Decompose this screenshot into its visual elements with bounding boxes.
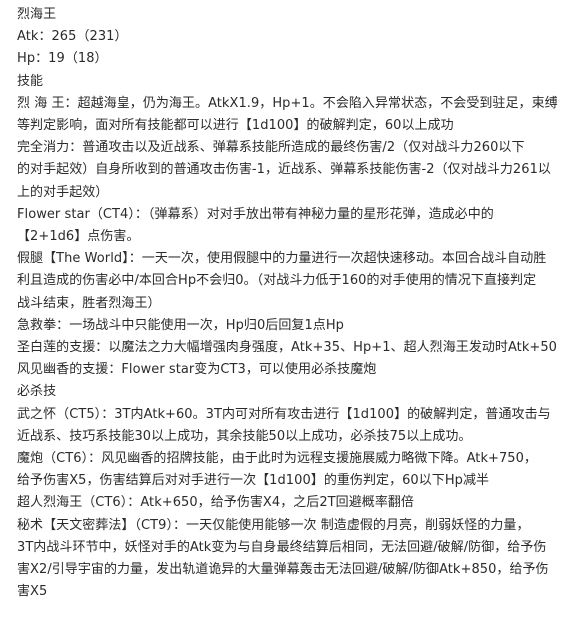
atk-stat: Atk：265（231）: [17, 29, 128, 45]
text-line: 武之怀（CT5）：3T内Atk+60。3T内可对所有攻击进行【1d100】的破解…: [17, 406, 551, 422]
text-line: 假腿【The World】：一天一次，使用假腿中的力量进行一次超快速移动。本回合…: [17, 251, 547, 267]
special-skills-heading: 必杀技: [17, 384, 57, 400]
text-line: 等判定影响，面对所有技能都可以进行【1d100】的破解判定，60以上成功: [17, 118, 454, 134]
text-line: 的对手起效）自身所收到的普通攻击伤害-1，近战系、弹幕系技能伤害-2（仅对战斗力…: [17, 162, 551, 178]
text-line: 秘术【天文密葬法】（CT9）：一天仅能使用能够一次 制造虚假的月亮，削弱妖怪的力…: [17, 517, 530, 533]
text-line: 魔炮（CT6）：风见幽香的招牌技能，由于此时为远程支援施展威力略微下降。Atk+…: [17, 451, 537, 467]
text-line: 烈 海 王：超越海皇，仍为海王。AtkX1.9，Hp+1。不会陷入异常状态，不会…: [17, 95, 558, 111]
text-line: 风见幽香的支援：Flower star变为CT3，可以使用必杀技魔炮: [17, 362, 377, 378]
skills-heading: 技能: [17, 73, 44, 89]
document-body: 烈海王 Atk：265（231） Hp：19（18） 技能 烈 海 王：超越海皇…: [0, 0, 580, 636]
text-line: 近战系、技巧系技能30以上成功，其余技能50以上成功，必杀技75以上成功。: [17, 428, 472, 444]
text-line: 战斗结束，胜者烈海王）: [17, 295, 161, 311]
text-line: 圣白莲的支援：以魔法之力大幅增强肉身强度，Atk+35、Hp+1、超人烈海王发动…: [17, 340, 557, 356]
text-line: 超人烈海王（CT6）：Atk+650，给予伤害X4，之后2T回避概率翻倍: [17, 495, 414, 511]
text-line: 给予伤害X5，伤害结算后对对手进行一次【1d100】的重伤判定，60以下Hp减半: [17, 473, 490, 489]
text-line: 上的对手起效）: [17, 184, 109, 200]
text-line: 急救拳：一场战斗中只能使用一次，Hp归0后回复1点Hp: [17, 317, 344, 333]
text-line: Flower star（CT4）：（弹幕系）对对手放出带有神秘力量的星形花弹，造…: [17, 206, 494, 222]
text-line: 【2+1d6】点伤害。: [17, 229, 140, 245]
text-line: 完全消力：普通攻击以及近战系、弹幕系技能所造成的最终伤害/2（仅对战斗力260以…: [17, 140, 525, 156]
text-line: 害X5: [17, 584, 48, 600]
text-line: 害X2/引导宇宙的力量，发出轨道诡异的大量弹幕轰击无法回避/破解/防御Atk+8…: [17, 562, 549, 578]
hp-stat: Hp：19（18）: [17, 51, 108, 67]
text-line: 利且造成的伤害必中/本回合Hp不会归0。（对战斗力低于160的对手使用的情况下直…: [17, 273, 537, 289]
text-line: 3T内战斗环节中，妖怪对手的Atk变为与自身最终结算后相同，无法回避/破解/防御…: [17, 539, 547, 555]
character-name: 烈海王: [17, 7, 57, 22]
